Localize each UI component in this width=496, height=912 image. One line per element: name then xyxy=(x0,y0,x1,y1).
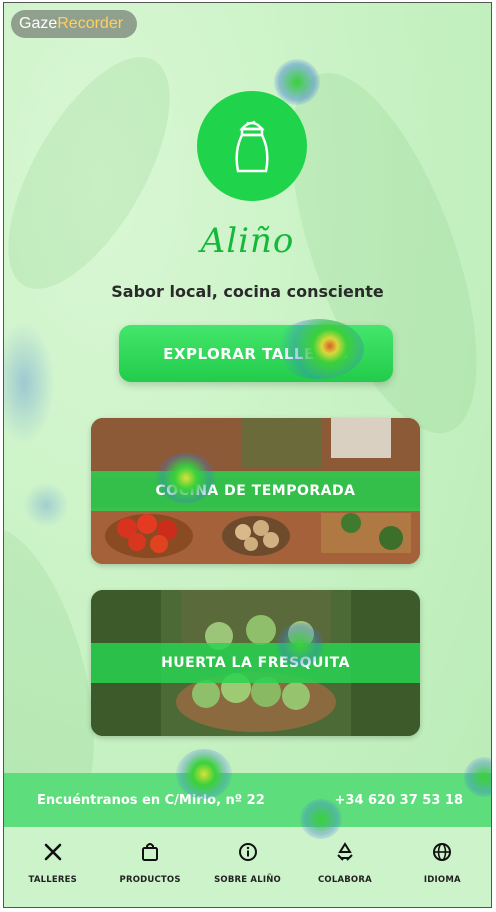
app-screen: GazeRecorder Aliño Sabor local, cocina c… xyxy=(3,2,492,908)
utensils-icon xyxy=(42,841,64,863)
bottom-navigation: TALLERES PRODUCTOS SOBRE ALIÑO COLABORA … xyxy=(4,827,491,907)
salt-shaker-icon xyxy=(235,120,269,173)
gaze-heatmap-spot xyxy=(4,323,54,443)
phone-link[interactable]: +34 620 37 53 18 xyxy=(335,793,464,808)
card-label: COCINA DE TEMPORADA xyxy=(91,471,420,511)
contact-bar: Encuéntranos en C/Mirlo, nº 22 +34 620 3… xyxy=(4,773,491,827)
nav-item-sobre-alino[interactable]: SOBRE ALIÑO xyxy=(199,827,296,907)
gaze-recorder-badge: GazeRecorder xyxy=(11,10,137,38)
nav-item-productos[interactable]: PRODUCTOS xyxy=(101,827,198,907)
card-huerta-la-fresquita[interactable]: HUERTA LA FRESQUITA xyxy=(91,590,420,736)
background-leaf xyxy=(4,32,202,314)
recycle-icon xyxy=(334,841,356,863)
gaze-heatmap-spot xyxy=(24,483,68,527)
nav-label: SOBRE ALIÑO xyxy=(214,875,281,885)
gaze-badge-text-accent: Recorder xyxy=(57,15,124,32)
info-icon xyxy=(237,841,259,863)
explore-workshops-button[interactable]: EXPLORAR TALLERES xyxy=(119,325,393,382)
card-label: HUERTA LA FRESQUITA xyxy=(91,643,420,683)
globe-icon xyxy=(431,841,453,863)
tagline: Sabor local, cocina consciente xyxy=(111,282,384,301)
nav-item-idioma[interactable]: IDIOMA xyxy=(394,827,491,907)
shopping-bag-icon xyxy=(139,841,161,863)
nav-item-colabora[interactable]: COLABORA xyxy=(296,827,393,907)
nav-label: COLABORA xyxy=(317,875,372,885)
nav-label: IDIOMA xyxy=(423,875,461,885)
address-text: Encuéntranos en C/Mirlo, nº 22 xyxy=(37,793,265,808)
nav-item-talleres[interactable]: TALLERES xyxy=(4,827,101,907)
gaze-badge-text: Gaze xyxy=(19,15,58,32)
nav-label: TALLERES xyxy=(28,875,77,885)
card-cocina-de-temporada[interactable]: COCINA DE TEMPORADA xyxy=(91,418,420,564)
logo xyxy=(197,91,307,201)
brand-name: Aliño xyxy=(200,221,295,261)
nav-label: PRODUCTOS xyxy=(119,875,181,885)
